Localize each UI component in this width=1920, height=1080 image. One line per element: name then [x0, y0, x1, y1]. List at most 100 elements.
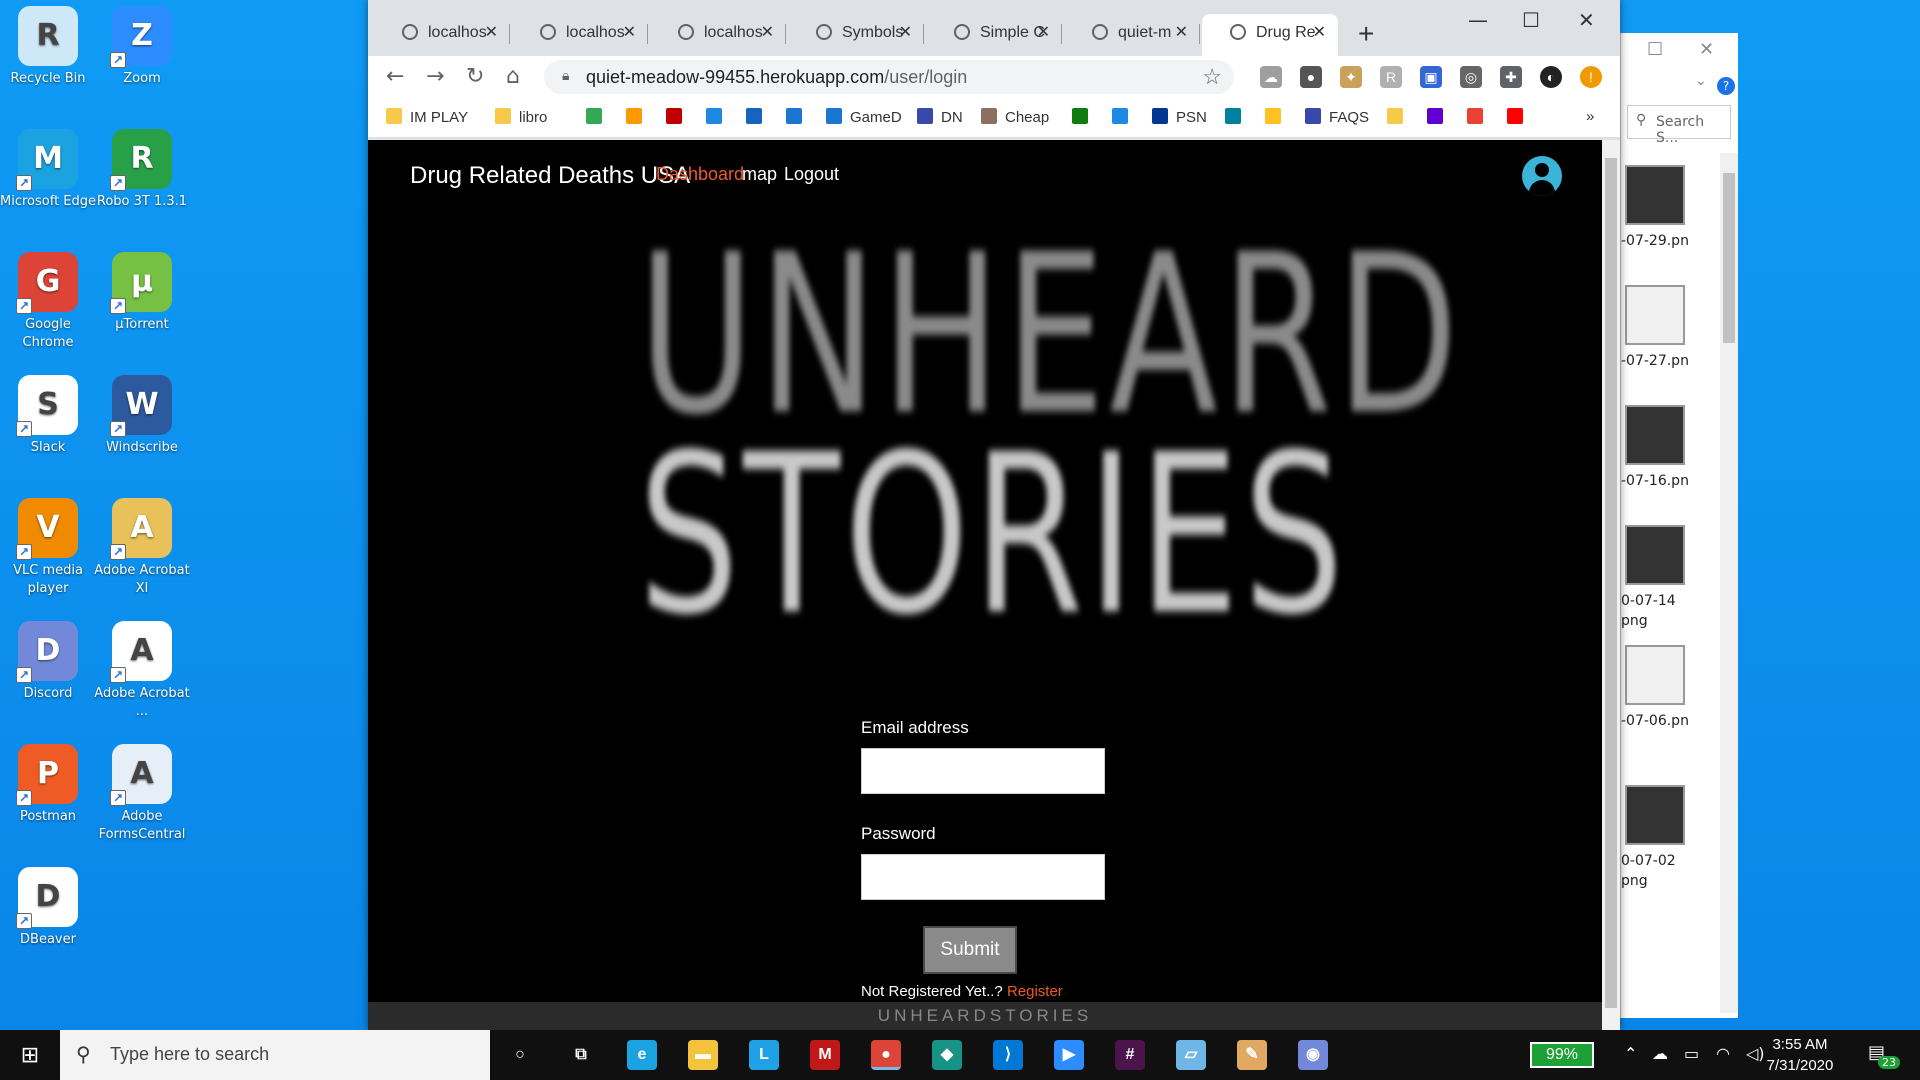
extension-icon[interactable]: ◎ — [1460, 66, 1482, 88]
bookmark-item[interactable] — [586, 108, 610, 126]
battery-indicator[interactable]: 99% — [1530, 1042, 1594, 1068]
desktop-shortcut[interactable]: W ↗ Windscribe — [94, 369, 190, 457]
notepad-icon[interactable]: ▱ — [1176, 1040, 1206, 1070]
submit-button[interactable]: Submit — [923, 926, 1017, 974]
extension-icon[interactable]: ▣ — [1420, 66, 1442, 88]
address-bar[interactable]: 🔒︎ quiet-meadow-99455.herokuapp.com/user… — [544, 60, 1234, 94]
desktop-shortcut[interactable]: D ↗ DBeaver — [0, 861, 96, 949]
file-thumbnail[interactable] — [1625, 785, 1685, 845]
scrollbar[interactable] — [1720, 153, 1738, 1013]
site-brand[interactable]: Drug Related Deaths USA — [410, 162, 690, 190]
bookmark-item[interactable] — [626, 108, 650, 126]
desktop-shortcut[interactable]: S ↗ Slack — [0, 369, 96, 457]
browser-tab[interactable]: quiet-m ✕ — [1064, 14, 1200, 50]
bookmark-item[interactable] — [1467, 108, 1491, 126]
file-thumbnail[interactable] — [1625, 525, 1685, 585]
bookmark-item[interactable] — [746, 108, 770, 126]
bookmark-item[interactable] — [1072, 108, 1096, 126]
bookmark-item[interactable]: Cheap — [981, 108, 1049, 126]
bookmark-item[interactable]: IM PLAY — [386, 108, 468, 126]
gitkraken-icon[interactable]: ◆ — [932, 1040, 962, 1070]
chrome-taskbar-icon[interactable]: ● — [871, 1040, 901, 1070]
paint-icon[interactable]: ✎ — [1237, 1040, 1267, 1070]
browser-tab[interactable]: localhos ✕ — [374, 14, 510, 50]
file-thumbnail[interactable] — [1625, 165, 1685, 225]
profile-avatar[interactable]: ◐ — [1540, 66, 1562, 88]
help-icon[interactable]: ? — [1717, 77, 1735, 95]
close-tab-icon[interactable]: ✕ — [1175, 22, 1188, 42]
maximize-icon[interactable]: ☐ — [1647, 39, 1663, 60]
chevron-down-icon[interactable]: ⌄ — [1695, 73, 1707, 89]
close-tab-icon[interactable]: ✕ — [485, 22, 498, 42]
bookmark-item[interactable] — [786, 108, 810, 126]
desktop-shortcut[interactable]: A ↗ Adobe FormsCentral — [94, 738, 190, 844]
page-scrollbar-thumb[interactable] — [1605, 158, 1617, 1008]
desktop-shortcut[interactable]: M ↗ Microsoft Edge — [0, 123, 96, 211]
close-tab-icon[interactable]: ✕ — [623, 22, 636, 42]
password-field[interactable] — [861, 854, 1105, 900]
extension-icon[interactable]: ● — [1300, 66, 1322, 88]
close-tab-icon[interactable]: ✕ — [1313, 22, 1326, 42]
update-alert-icon[interactable]: ! — [1580, 66, 1602, 88]
desktop-shortcut[interactable]: D ↗ Discord — [0, 615, 96, 703]
back-button[interactable]: ← — [386, 64, 404, 89]
mcafee-icon[interactable]: M — [810, 1040, 840, 1070]
file-label[interactable]: -07-06.pn — [1621, 711, 1721, 731]
desktop-shortcut[interactable]: G ↗ Google Chrome — [0, 246, 96, 352]
bookmark-item[interactable] — [1427, 108, 1451, 126]
bookmark-star-icon[interactable]: ☆ — [1202, 64, 1222, 90]
taskbar-search-box[interactable]: ⚲ Type here to search — [60, 1030, 490, 1080]
file-thumbnail[interactable] — [1625, 405, 1685, 465]
forward-button[interactable]: → — [426, 64, 444, 89]
bookmark-item[interactable] — [1265, 108, 1289, 126]
bookmark-item[interactable] — [1387, 108, 1411, 126]
nav-dashboard[interactable]: Dashboard — [656, 164, 744, 185]
bookmark-item[interactable] — [666, 108, 690, 126]
start-button[interactable]: ⊞ — [0, 1030, 60, 1080]
file-label[interactable]: -07-16.pn — [1621, 471, 1721, 491]
zoom-taskbar-icon[interactable]: ▶ — [1054, 1040, 1084, 1070]
user-avatar-icon[interactable] — [1522, 156, 1562, 196]
browser-tab[interactable]: localhos ✕ — [650, 14, 786, 50]
desktop-shortcut[interactable]: V ↗ VLC media player — [0, 492, 96, 598]
bookmark-item[interactable]: DN — [917, 108, 963, 126]
maximize-button[interactable]: ☐ — [1522, 8, 1540, 32]
file-thumbnail[interactable] — [1625, 645, 1685, 705]
extension-icon[interactable]: ✦ — [1340, 66, 1362, 88]
edge-taskbar-icon[interactable]: e — [627, 1040, 657, 1070]
task-view-icon[interactable]: ⧉ — [566, 1040, 596, 1070]
close-icon[interactable]: ✕ — [1699, 39, 1714, 60]
file-label[interactable]: -07-29.pn — [1621, 231, 1721, 251]
nav-logout[interactable]: Logout — [784, 164, 839, 185]
bookmark-item[interactable] — [706, 108, 730, 126]
email-field[interactable] — [861, 748, 1105, 794]
bookmark-item[interactable]: FAQS — [1305, 108, 1369, 126]
browser-tab[interactable]: localhos ✕ — [512, 14, 648, 50]
slack-taskbar-icon[interactable]: # — [1115, 1040, 1145, 1070]
wifi-icon[interactable]: ◠ — [1716, 1044, 1730, 1063]
close-window-button[interactable]: ✕ — [1578, 8, 1595, 32]
home-button[interactable]: ⌂ — [506, 64, 520, 89]
page-scrollbar[interactable] — [1602, 140, 1620, 1030]
file-label[interactable]: 0-07-14 png — [1621, 591, 1721, 631]
close-tab-icon[interactable]: ✕ — [899, 22, 912, 42]
new-tab-button[interactable]: + — [1358, 18, 1374, 50]
notification-center-icon[interactable]: ▤ 23 — [1868, 1042, 1900, 1069]
minimize-button[interactable]: — — [1468, 8, 1488, 32]
bookmark-item[interactable]: libro — [495, 108, 547, 126]
discord-taskbar-icon[interactable]: ◉ — [1298, 1040, 1328, 1070]
more-bookmarks-button[interactable]: » — [1586, 108, 1594, 125]
nav-map[interactable]: map — [742, 164, 777, 185]
l-app-icon[interactable]: L — [749, 1040, 779, 1070]
search-input[interactable]: ⚲ Search S... — [1627, 105, 1731, 146]
chevron-up-icon[interactable]: ⌃ — [1624, 1044, 1637, 1063]
desktop-shortcut[interactable]: µ ↗ µTorrent — [94, 246, 190, 334]
scrollbar-thumb[interactable] — [1723, 173, 1735, 343]
bookmark-item[interactable]: PSN — [1152, 108, 1207, 126]
battery-icon[interactable]: ▭ — [1684, 1044, 1699, 1063]
clock[interactable]: 3:55 AM 7/31/2020 — [1750, 1034, 1850, 1076]
extension-icon[interactable]: R — [1380, 66, 1402, 88]
desktop-shortcut[interactable]: A ↗ Adobe Acrobat ... — [94, 615, 190, 721]
browser-tab[interactable]: Simple C ✕ — [926, 14, 1062, 50]
file-label[interactable]: 0-07-02 png — [1621, 851, 1721, 891]
